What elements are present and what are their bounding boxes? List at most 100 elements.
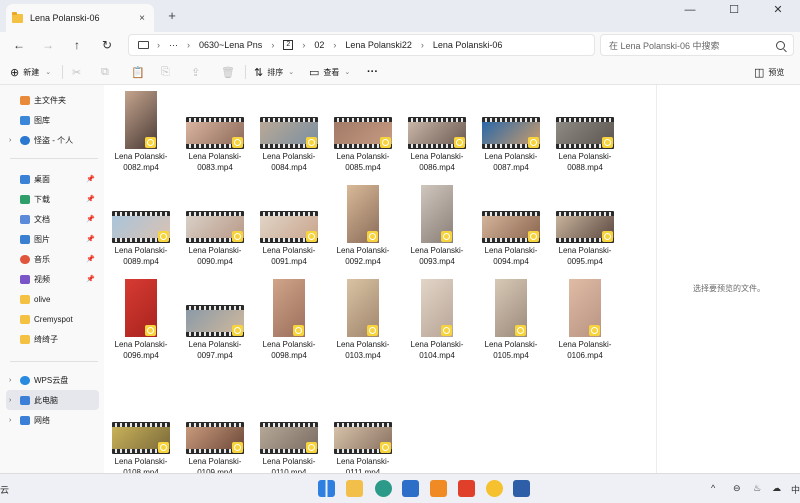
address-box[interactable]: › ··· › 0630~Lena Pns › 2 › 02 › Lena Po… [128, 34, 595, 56]
sidebar-item-olive[interactable]: olive [6, 289, 99, 309]
delete-button[interactable]: 🗑 [221, 63, 239, 81]
search-box[interactable]: 在 Lena Polanski-06 中搜索 [600, 34, 794, 56]
video-thumbnail [260, 117, 318, 149]
file-item[interactable]: Lena Polanski-0088.mp4 [552, 117, 618, 173]
sidebar-item-onedrive[interactable]: › 怪盗 - 个人 [6, 130, 99, 150]
file-item[interactable]: Lena Polanski-0090.mp4 [182, 211, 248, 267]
file-item[interactable]: Lena Polanski-0108.mp4 [108, 422, 174, 478]
sort-button[interactable]: ⇅ 排序 ⌄ [254, 63, 294, 81]
sidebar-item-folder[interactable]: 绮绮子 [6, 329, 99, 349]
windows-start-icon[interactable] [318, 480, 335, 497]
close-window-button[interactable]: ✕ [756, 0, 800, 22]
breadcrumb-current-folder[interactable]: Lena Polanski-06 [433, 40, 503, 50]
paste-button[interactable]: 📋 [131, 63, 149, 81]
sidebar-item-home[interactable]: 主文件夹 [6, 90, 99, 110]
input-method-indicator[interactable]: 中 [791, 483, 800, 496]
sidebar-item-desktop[interactable]: 桌面 📌 [6, 169, 99, 189]
address-bar-row: ← → ↑ ↻ › ··· › 0630~Lena Pns › 2 › 02 ›… [0, 32, 800, 59]
share-button[interactable]: ⇪ [191, 63, 204, 81]
file-item[interactable]: Lena Polanski-0111.mp4 [330, 422, 396, 478]
copy-button[interactable]: ⧉ [101, 63, 113, 81]
chevron-right-icon[interactable]: › [9, 137, 11, 144]
app-icon-blue[interactable] [402, 480, 419, 497]
file-name: Lena Polanski-0088.mp4 [558, 152, 612, 172]
file-item[interactable]: Lena Polanski-0083.mp4 [182, 117, 248, 173]
sidebar-item-videos[interactable]: 视频 📌 [6, 269, 99, 289]
chevron-right-icon[interactable]: › [9, 397, 11, 404]
chevron-down-icon: ⌄ [288, 69, 295, 76]
rename-button[interactable]: ⎘ [161, 63, 174, 81]
folder-icon [12, 11, 23, 23]
edge-browser-icon[interactable] [375, 480, 392, 497]
sidebar-item-label: 桌面 [34, 174, 50, 184]
minimize-button[interactable]: — [668, 0, 712, 22]
network-icon [20, 415, 30, 425]
refresh-button[interactable]: ↻ [98, 36, 116, 54]
back-button[interactable]: ← [10, 36, 28, 54]
up-button[interactable]: ↑ [68, 36, 86, 54]
app-icon-orange[interactable] [430, 480, 447, 497]
file-item[interactable]: Lena Polanski-0103.mp4 [330, 279, 396, 361]
file-item[interactable]: Lena Polanski-0091.mp4 [256, 211, 322, 267]
sidebar-item-network[interactable]: › 网络 [6, 410, 99, 430]
sidebar-item-downloads[interactable]: 下载 📌 [6, 189, 99, 209]
file-item[interactable]: Lena Polanski-0096.mp4 [108, 279, 174, 361]
file-item[interactable]: Lena Polanski-0094.mp4 [478, 211, 544, 267]
maximize-button[interactable]: ☐ [712, 0, 756, 22]
file-item[interactable]: Lena Polanski-0084.mp4 [256, 117, 322, 173]
file-name: Lena Polanski-0098.mp4 [262, 340, 316, 360]
file-explorer-icon[interactable] [346, 480, 363, 497]
video-thumbnail [186, 117, 244, 149]
more-options-button[interactable]: ··· [367, 63, 378, 81]
file-item[interactable]: Lena Polanski-0086.mp4 [404, 117, 470, 173]
new-tab-button[interactable]: + [164, 8, 180, 24]
search-icon[interactable] [776, 40, 785, 50]
sidebar-item-this-pc[interactable]: › 此电脑 [6, 390, 99, 410]
video-thumbnail [186, 305, 244, 337]
file-item[interactable]: Lena Polanski-0104.mp4 [404, 279, 470, 361]
file-item[interactable]: Lena Polanski-0097.mp4 [182, 305, 248, 361]
sidebar-item-documents[interactable]: 文档 📌 [6, 209, 99, 229]
chevron-right-icon[interactable]: › [9, 377, 11, 384]
file-item[interactable]: Lena Polanski-0082.mp4 [108, 91, 174, 173]
sidebar-item-wps-cloud[interactable]: › WPS云盘 [6, 370, 99, 390]
file-item[interactable]: Lena Polanski-0109.mp4 [182, 422, 248, 478]
tray-overflow-icon[interactable]: ^ [711, 483, 715, 493]
forward-button[interactable]: → [39, 36, 57, 54]
breadcrumb-2[interactable]: 2 [283, 40, 294, 50]
breadcrumb-more[interactable]: ··· [169, 40, 178, 50]
cloud-tray-icon[interactable]: ☁ [772, 483, 781, 494]
file-item[interactable]: Lena Polanski-0098.mp4 [256, 279, 322, 361]
app-icon-dark-blue[interactable] [513, 480, 530, 497]
breadcrumb-lena-polanski22[interactable]: Lena Polanski22 [345, 40, 412, 50]
chevron-right-icon[interactable]: › [9, 417, 11, 424]
file-item[interactable]: Lena Polanski-0093.mp4 [404, 185, 470, 267]
breadcrumb-02[interactable]: 02 [314, 40, 324, 50]
cut-button[interactable]: ✂ [72, 63, 85, 81]
file-item[interactable]: Lena Polanski-0087.mp4 [478, 117, 544, 173]
folder-icon [20, 314, 30, 324]
steam-icon[interactable]: ♨ [753, 483, 761, 494]
close-tab-icon[interactable]: × [136, 13, 148, 24]
file-item[interactable]: Lena Polanski-0110.mp4 [256, 422, 322, 478]
sidebar-item-music[interactable]: 音乐 📌 [6, 249, 99, 269]
sidebar-item-pictures[interactable]: 图片 📌 [6, 229, 99, 249]
video-thumbnail [556, 211, 614, 243]
file-item[interactable]: Lena Polanski-0092.mp4 [330, 185, 396, 267]
media-player-icon[interactable] [486, 480, 503, 497]
new-button[interactable]: ⊕ 新建 ⌄ [10, 63, 51, 81]
view-button[interactable]: ▭ 查看 ⌄ [309, 63, 350, 81]
tray-icon[interactable]: ⊖ [733, 483, 741, 494]
preview-pane-button[interactable]: ◫ 预览 [754, 63, 784, 81]
sidebar-item-gallery[interactable]: 图库 [6, 110, 99, 130]
tab-active[interactable]: Lena Polanski-06 × [6, 4, 154, 32]
wps-office-icon[interactable] [458, 480, 475, 497]
file-item[interactable]: Lena Polanski-0085.mp4 [330, 117, 396, 173]
file-item[interactable]: Lena Polanski-0095.mp4 [552, 211, 618, 267]
breadcrumb-0630[interactable]: 0630~Lena Pns [199, 40, 262, 50]
file-item[interactable]: Lena Polanski-0106.mp4 [552, 279, 618, 361]
file-item[interactable]: Lena Polanski-0089.mp4 [108, 211, 174, 267]
media-player-badge-icon [158, 231, 169, 242]
file-item[interactable]: Lena Polanski-0105.mp4 [478, 279, 544, 361]
sidebar-item-cremyspot[interactable]: Cremyspot [6, 309, 99, 329]
